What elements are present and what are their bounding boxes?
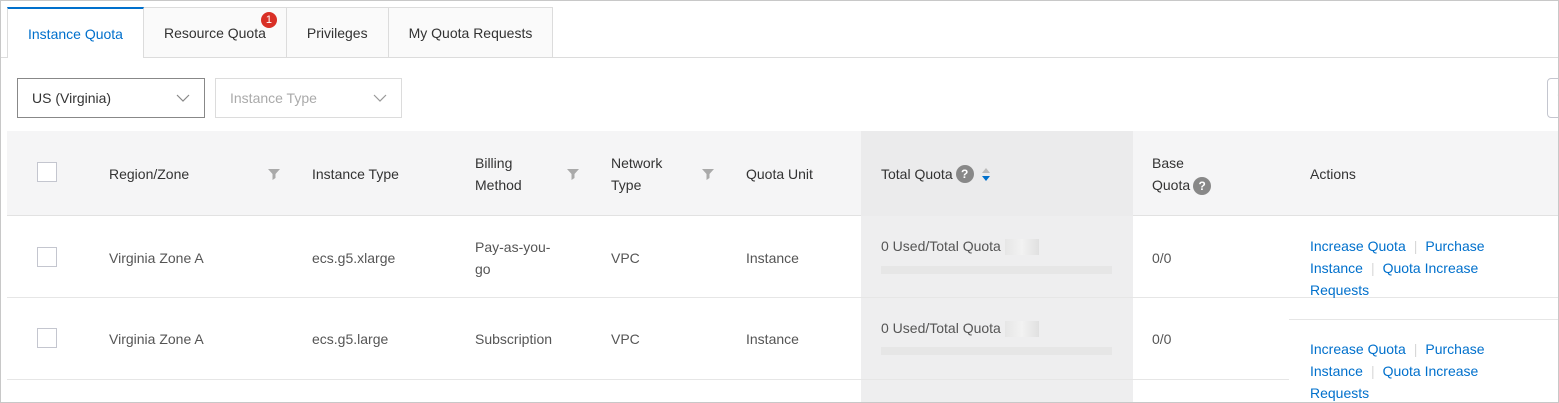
purchase-instance-link[interactable]: Purchase: [1425, 238, 1484, 254]
instance-type-select[interactable]: Instance Type: [215, 78, 402, 118]
header-label: Method: [475, 176, 522, 193]
sort-icon[interactable]: [980, 165, 992, 183]
region-select-value: US (Virginia): [32, 90, 112, 106]
quota-increase-requests-link[interactable]: Requests: [1310, 385, 1369, 401]
row-checkbox[interactable]: [37, 328, 57, 348]
tab-bar: Instance Quota Resource Quota 1 Privileg…: [7, 7, 554, 58]
cell-total-quota: 0 Used/Total Quota: [881, 317, 1039, 339]
billing-line: Pay-as-you-: [475, 239, 551, 255]
cell-network-type: VPC: [611, 331, 640, 347]
header-label: Actions: [1310, 165, 1356, 182]
cell-region-zone: Virginia Zone A: [109, 331, 204, 347]
header-region-zone: Region/Zone: [109, 131, 189, 216]
purchase-instance-link[interactable]: Instance: [1310, 260, 1363, 276]
refresh-button[interactable]: ↻: [1547, 78, 1558, 118]
header-total-quota[interactable]: Total Quota ?: [881, 131, 992, 216]
row-checkbox[interactable]: [37, 247, 57, 267]
increase-quota-link[interactable]: Increase Quota: [1310, 238, 1406, 254]
quota-increase-requests-link[interactable]: Quota Increase: [1383, 363, 1479, 379]
header-label: Instance Type: [312, 165, 399, 182]
table-row: Virginia Zone A ecs.g5.large Subscriptio…: [7, 298, 1558, 401]
header-instance-type: Instance Type: [312, 131, 399, 216]
region-select[interactable]: US (Virginia): [17, 78, 205, 118]
header-base-quota: Base Quota?: [1152, 131, 1212, 216]
quota-increase-requests-link[interactable]: Quota Increase: [1383, 260, 1479, 276]
purchase-instance-link[interactable]: Purchase: [1425, 341, 1484, 357]
cell-total-quota: 0 Used/Total Quota: [881, 235, 1039, 257]
table-row: Virginia Zone A ecs.g5.xlarge Pay-as-you…: [7, 216, 1558, 301]
cell-billing-method: Subscription: [475, 331, 553, 347]
tab-label: Resource Quota: [163, 25, 266, 41]
billing-line: go: [475, 261, 491, 277]
header-actions: Actions: [1310, 131, 1356, 216]
tab-resource-quota[interactable]: Resource Quota 1: [142, 7, 287, 58]
redacted-value: [1004, 321, 1039, 338]
link-separator: |: [1413, 341, 1418, 357]
notification-badge: 1: [260, 12, 277, 28]
cell-billing-method: Pay-as-you- go: [475, 236, 550, 280]
tab-my-quota-requests[interactable]: My Quota Requests: [387, 7, 554, 58]
header-select-all: [37, 131, 57, 216]
header-network-type: Network Type: [611, 131, 662, 216]
cell-instance-type: ecs.g5.large: [312, 331, 389, 347]
cell-actions: Increase Quota | Purchase Instance | Quota I…: [1310, 338, 1550, 402]
quota-page: Instance Quota Resource Quota 1 Privileg…: [0, 0, 1559, 403]
header-label: Quota: [1152, 176, 1191, 193]
header-label: Total Quota: [881, 165, 953, 182]
tab-privileges[interactable]: Privileges: [285, 7, 389, 58]
tab-label: Privileges: [306, 25, 368, 41]
cell-network-type: VPC: [611, 250, 640, 266]
instance-type-placeholder: Instance Type: [230, 90, 317, 106]
tab-label: Instance Quota: [28, 25, 123, 42]
quota-progress-bar: [881, 347, 1112, 355]
cell-base-quota: 0/0: [1152, 250, 1172, 266]
increase-quota-link[interactable]: Increase Quota: [1310, 341, 1406, 357]
quota-progress-bar: [881, 266, 1112, 274]
header-label: Quota Unit: [746, 165, 813, 182]
help-icon[interactable]: ?: [1193, 176, 1212, 195]
cell-base-quota: 0/0: [1152, 331, 1172, 347]
total-quota-text: 0 Used/Total Quota: [881, 238, 1001, 254]
tabs-divider: [1, 57, 1558, 58]
filter-icon[interactable]: [566, 167, 580, 181]
help-icon[interactable]: ?: [955, 164, 974, 183]
filter-icon[interactable]: [701, 167, 715, 181]
cell-actions: Increase Quota | Purchase Instance | Quota I…: [1310, 235, 1550, 301]
tab-label: My Quota Requests: [408, 25, 533, 41]
filter-icon[interactable]: [267, 167, 281, 181]
header-label: Base: [1152, 154, 1184, 171]
link-separator: |: [1370, 260, 1375, 276]
header-label: Billing: [475, 154, 513, 171]
total-quota-text: 0 Used/Total Quota: [881, 320, 1001, 336]
purchase-instance-link[interactable]: Instance: [1310, 363, 1363, 379]
cell-region-zone: Virginia Zone A: [109, 250, 204, 266]
chevron-down-icon: [373, 94, 387, 102]
chevron-down-icon: [176, 94, 190, 102]
cell-quota-unit: Instance: [746, 331, 799, 347]
quota-increase-requests-link[interactable]: Requests: [1310, 282, 1369, 298]
header-billing-method: Billing Method: [475, 131, 522, 216]
select-all-checkbox[interactable]: [37, 161, 57, 182]
link-separator: |: [1413, 238, 1418, 254]
header-label: Network: [611, 154, 663, 171]
cell-quota-unit: Instance: [746, 250, 799, 266]
redacted-value: [1004, 239, 1039, 256]
tab-instance-quota[interactable]: Instance Quota: [7, 7, 144, 58]
link-separator: |: [1370, 363, 1375, 379]
header-label: Type: [611, 176, 642, 193]
header-quota-unit: Quota Unit: [746, 131, 813, 216]
header-label: Region/Zone: [109, 165, 190, 182]
cell-instance-type: ecs.g5.xlarge: [312, 250, 396, 266]
